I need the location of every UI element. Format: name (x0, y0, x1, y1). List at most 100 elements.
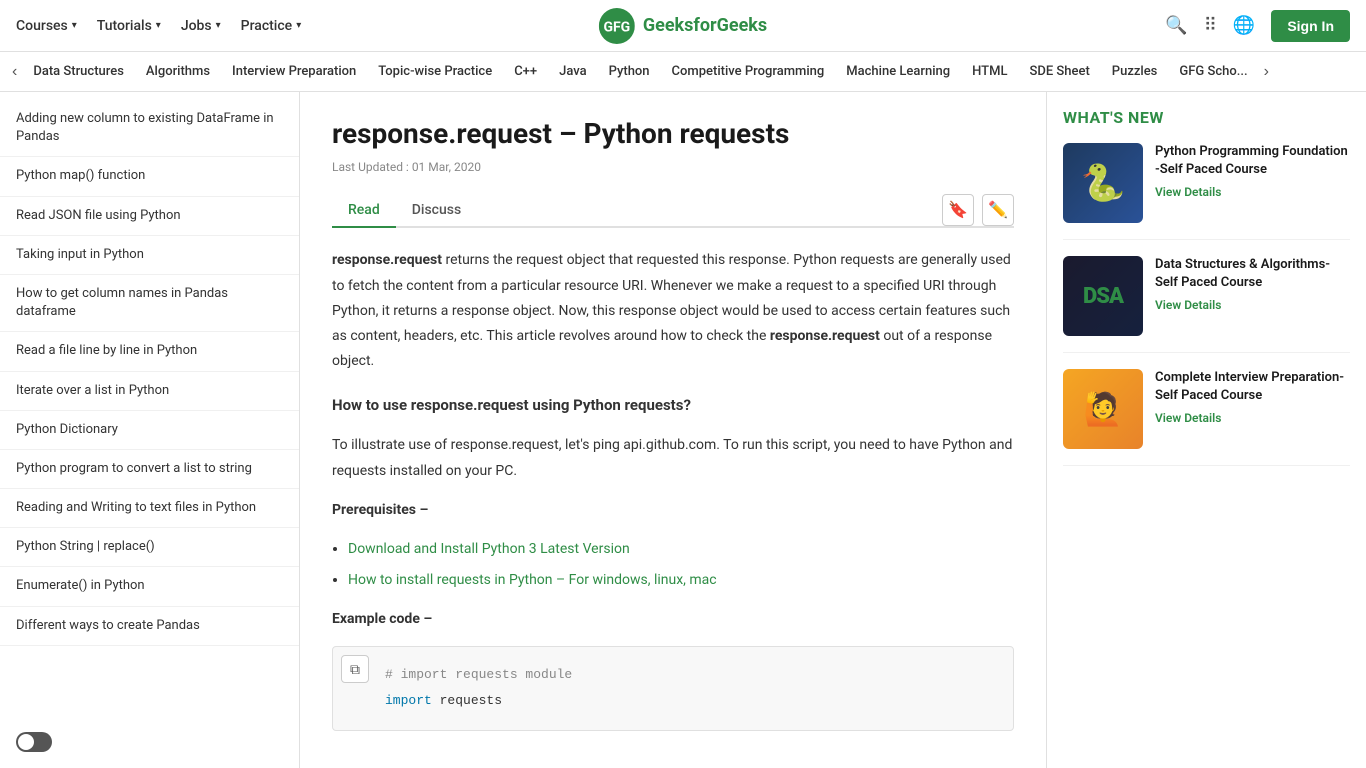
intro-bold-1: response.request (332, 252, 442, 268)
article-title: response.request – Python requests (332, 116, 1014, 152)
tutorials-nav[interactable]: Tutorials ▾ (97, 18, 161, 34)
sub-nav-python[interactable]: Python (599, 52, 660, 91)
tab-read[interactable]: Read (332, 194, 396, 228)
courses-chevron: ▾ (72, 20, 77, 31)
article-body: response.request returns the request obj… (332, 248, 1014, 731)
tutorials-label: Tutorials (97, 18, 152, 34)
sidebar-item-read-write-files[interactable]: Reading and Writing to text files in Pyt… (0, 489, 299, 528)
course-card-dsa: DSA Data Structures & Algorithms- Self P… (1063, 256, 1350, 353)
sidebar-item-map-func[interactable]: Python map() function (0, 157, 299, 196)
article-last-updated: Last Updated : 01 Mar, 2020 (332, 160, 1014, 174)
sub-nav-puzzles[interactable]: Puzzles (1102, 52, 1168, 91)
sidebar-item-enumerate[interactable]: Enumerate() in Python (0, 567, 299, 606)
sub-nav-competitive[interactable]: Competitive Programming (662, 52, 835, 91)
article-intro: response.request returns the request obj… (332, 248, 1014, 374)
code-line-2: import requests (385, 689, 997, 712)
svg-text:GFG: GFG (603, 19, 630, 35)
logo-icon: GFG (599, 8, 635, 44)
sub-nav-sde[interactable]: SDE Sheet (1020, 52, 1100, 91)
translate-button[interactable]: 🌐 (1233, 15, 1255, 36)
courses-label: Courses (16, 18, 68, 34)
intro-bold-2: response.request (770, 328, 880, 344)
search-button[interactable]: 🔍 (1165, 15, 1187, 36)
sidebar-item-taking-input[interactable]: Taking input in Python (0, 236, 299, 275)
sub-nav-html[interactable]: HTML (962, 52, 1017, 91)
section-heading: How to use response.request using Python… (332, 392, 1014, 419)
practice-label: Practice (241, 18, 293, 34)
sub-nav-ml[interactable]: Machine Learning (836, 52, 960, 91)
tab-actions: 🔖 ✏️ (942, 194, 1014, 226)
sub-nav-data-structures[interactable]: Data Structures (23, 52, 134, 91)
course-title-dsa: Data Structures & Algorithms- Self Paced… (1155, 256, 1350, 292)
whats-new-title: WHAT'S NEW (1063, 108, 1350, 127)
sub-nav-interview-prep[interactable]: Interview Preparation (222, 52, 366, 91)
jobs-nav[interactable]: Jobs ▾ (181, 18, 221, 34)
tutorials-chevron: ▾ (156, 20, 161, 31)
tabs-bar: Read Discuss 🔖 ✏️ (332, 194, 1014, 228)
course-thumb-python: 🐍 (1063, 143, 1143, 223)
copy-code-button[interactable]: ⧉ (341, 655, 369, 683)
sub-nav-topic-wise[interactable]: Topic-wise Practice (368, 52, 502, 91)
header: Courses ▾ Tutorials ▾ Jobs ▾ Practice ▾ … (0, 0, 1366, 52)
sidebar-item-read-json[interactable]: Read JSON file using Python (0, 197, 299, 236)
course-thumb-dsa: DSA (1063, 256, 1143, 336)
sub-nav-cpp[interactable]: C++ (504, 52, 547, 91)
course-info-dsa: Data Structures & Algorithms- Self Paced… (1155, 256, 1350, 336)
sub-nav-right-arrow[interactable]: › (1260, 63, 1273, 81)
sub-nav-gfg-school[interactable]: GFG Scho... (1169, 52, 1257, 91)
prereq-link-2[interactable]: How to install requests in Python – For … (348, 572, 717, 588)
sidebar-item-convert-list[interactable]: Python program to convert a list to stri… (0, 450, 299, 489)
bookmark-button[interactable]: 🔖 (942, 194, 974, 226)
dark-mode-toggle[interactable] (16, 732, 52, 752)
course-card-python: 🐍 Python Programming Foundation -Self Pa… (1063, 143, 1350, 240)
view-details-dsa[interactable]: View Details (1155, 298, 1350, 312)
tab-discuss[interactable]: Discuss (396, 194, 477, 228)
jobs-chevron: ▾ (216, 20, 221, 31)
sidebar-item-python-dict[interactable]: Python Dictionary (0, 411, 299, 450)
sidebar-item-string-replace[interactable]: Python String | replace() (0, 528, 299, 567)
practice-nav[interactable]: Practice ▾ (241, 18, 302, 34)
section-text: To illustrate use of response.request, l… (332, 433, 1014, 483)
sidebar-item-create-pandas[interactable]: Different ways to create Pandas (0, 607, 299, 646)
code-line-1: # import requests module (385, 663, 997, 686)
list-item: Download and Install Python 3 Latest Ver… (348, 537, 1014, 562)
header-actions: 🔍 ⠿ 🌐 Sign In (1165, 10, 1350, 42)
sidebar-item-col-names[interactable]: How to get column names in Pandas datafr… (0, 275, 299, 332)
python-logo-icon: 🐍 (1081, 162, 1126, 204)
sub-nav-algorithms[interactable]: Algorithms (136, 52, 220, 91)
course-title-interview: Complete Interview Preparation- Self Pac… (1155, 369, 1350, 405)
sidebar-item-iterate-list[interactable]: Iterate over a list in Python (0, 372, 299, 411)
edit-button[interactable]: ✏️ (982, 194, 1014, 226)
course-title-python: Python Programming Foundation -Self Pace… (1155, 143, 1350, 179)
sub-nav-left-arrow[interactable]: ‹ (8, 63, 21, 81)
courses-nav[interactable]: Courses ▾ (16, 18, 77, 34)
sidebar-item-read-file[interactable]: Read a file line by line in Python (0, 332, 299, 371)
course-info-interview: Complete Interview Preparation- Self Pac… (1155, 369, 1350, 449)
logo[interactable]: GFG GeeksforGeeks (599, 8, 767, 44)
header-nav: Courses ▾ Tutorials ▾ Jobs ▾ Practice ▾ (16, 18, 301, 34)
code-content: # import requests module import requests (349, 663, 997, 712)
sign-in-button[interactable]: Sign In (1271, 10, 1350, 42)
apps-button[interactable]: ⠿ (1204, 15, 1217, 36)
prereq-link-1[interactable]: Download and Install Python 3 Latest Ver… (348, 541, 630, 557)
prerequisites-list: Download and Install Python 3 Latest Ver… (348, 537, 1014, 593)
course-thumb-interview: 🙋 (1063, 369, 1143, 449)
sub-nav-java[interactable]: Java (549, 52, 597, 91)
practice-chevron: ▾ (296, 20, 301, 31)
example-label: Example code – (332, 607, 1014, 632)
interview-logo-icon: 🙋 (1083, 390, 1123, 428)
tabs: Read Discuss (332, 194, 477, 226)
code-block: ⧉ # import requests module import reques… (332, 646, 1014, 731)
sidebar-item-pandas-new-col[interactable]: Adding new column to existing DataFrame … (0, 100, 299, 157)
import-keyword: import (385, 693, 432, 708)
article-area: response.request – Python requests Last … (300, 92, 1046, 768)
list-item: How to install requests in Python – For … (348, 568, 1014, 593)
prerequisites-label: Prerequisites – (332, 498, 1014, 523)
right-sidebar: WHAT'S NEW 🐍 Python Programming Foundati… (1046, 92, 1366, 768)
view-details-python[interactable]: View Details (1155, 185, 1350, 199)
dsa-logo-icon: DSA (1083, 284, 1123, 309)
logo-text: GeeksforGeeks (643, 15, 767, 36)
view-details-interview[interactable]: View Details (1155, 411, 1350, 425)
course-card-interview: 🙋 Complete Interview Preparation- Self P… (1063, 369, 1350, 466)
jobs-label: Jobs (181, 18, 212, 34)
